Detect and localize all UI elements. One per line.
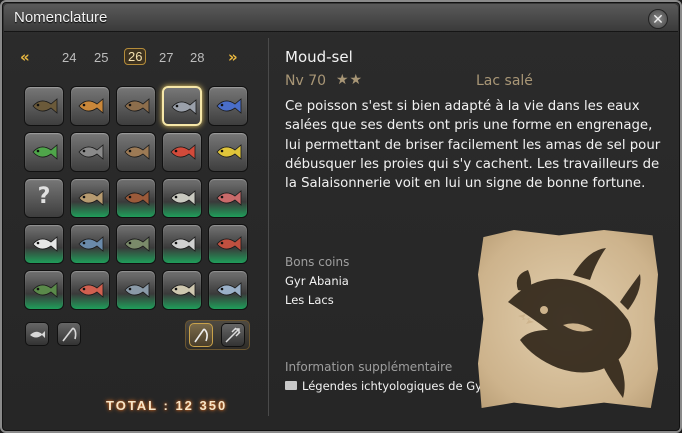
fish-slot[interactable] [116, 224, 156, 264]
octopus-icon [124, 144, 150, 160]
fish-sketch-icon [508, 248, 641, 398]
page-24[interactable]: 24 [62, 50, 76, 65]
fish-slot[interactable] [116, 86, 156, 126]
fish-slot[interactable] [208, 178, 248, 218]
striped-fish-icon [32, 236, 58, 252]
close-icon[interactable]: ✕ [648, 9, 668, 29]
spear-toggle-button[interactable] [221, 323, 245, 347]
fish-slot[interactable] [208, 132, 248, 172]
fish-slot[interactable] [116, 178, 156, 218]
fishing-rod-icon [62, 327, 77, 342]
page-25[interactable]: 25 [94, 50, 108, 65]
fish-slot[interactable] [162, 86, 202, 126]
brown-fish-icon [124, 190, 150, 206]
crab-icon [124, 98, 150, 114]
book-icon [285, 381, 297, 390]
fish-slot[interactable] [162, 224, 202, 264]
fish-slot[interactable] [208, 224, 248, 264]
fish-slot[interactable] [24, 224, 64, 264]
fish-slot[interactable] [70, 224, 110, 264]
tan-fish-icon [78, 190, 104, 206]
fish-slot[interactable] [24, 270, 64, 310]
fishing-rod-filter-button[interactable] [57, 322, 81, 346]
fish-grid: ? [24, 86, 254, 316]
fish-slot[interactable] [116, 270, 156, 310]
blue-eel-icon [216, 98, 242, 114]
gathering-type-toggle [185, 320, 250, 350]
rainbow-fish-icon [216, 190, 242, 206]
double-right-arrow-icon[interactable]: » [228, 48, 238, 66]
red-crustacean-icon [216, 236, 242, 252]
silver-fish-icon [170, 190, 196, 206]
fish-slot[interactable] [70, 132, 110, 172]
fish-slot[interactable] [162, 132, 202, 172]
pale-fish-icon [170, 282, 196, 298]
fish-slot[interactable] [162, 270, 202, 310]
dark-fish-icon [124, 236, 150, 252]
extra-info-label: Information supplémentaire [285, 360, 453, 374]
title-bar[interactable]: Nomenclature ✕ [4, 4, 678, 32]
total-count: TOTAL : 12 350 [106, 398, 228, 413]
blue-white-fish-icon [216, 282, 242, 298]
fish-guide-window: Nomenclature ✕ « 24 25 26 27 28 » ? TOTA… [0, 0, 682, 433]
green-dragon-fish-icon [32, 144, 58, 160]
page-27[interactable]: 27 [159, 50, 173, 65]
fish-slot[interactable] [162, 178, 202, 218]
fish-slot[interactable] [70, 270, 110, 310]
star-rating: ★★ [336, 72, 364, 88]
fish-slot[interactable] [208, 270, 248, 310]
fish-slot[interactable] [70, 86, 110, 126]
fish-name: Moud-sel [285, 48, 353, 66]
fish-level: Nv 70 [285, 73, 327, 89]
fishing-spots-label: Bons coins [285, 255, 350, 269]
orange-fish-icon [78, 98, 104, 114]
fish-slot[interactable] [116, 132, 156, 172]
spear-toggle-icon [225, 327, 241, 343]
red-snapper-icon [78, 282, 104, 298]
page-26-active[interactable]: 26 [124, 48, 147, 65]
page-navigation: « 24 25 26 27 28 » [16, 46, 256, 72]
fish-filter-button[interactable] [25, 322, 49, 346]
white-fish-icon [170, 236, 196, 252]
page-28[interactable]: 28 [190, 50, 204, 65]
window-title: Nomenclature [14, 9, 108, 26]
unknown-fish-icon: ? [37, 184, 51, 209]
catfish-icon [32, 98, 58, 114]
panel-divider [268, 38, 269, 416]
fish-slot[interactable] [24, 86, 64, 126]
fish-slot[interactable] [24, 132, 64, 172]
water-type: Lac salé [476, 73, 533, 89]
rod-toggle-button[interactable] [189, 323, 213, 347]
fish-slot[interactable] [208, 86, 248, 126]
shark-icon [124, 282, 150, 298]
yellow-fish-icon [216, 144, 242, 160]
rod-toggle-icon [194, 328, 208, 343]
double-left-arrow-icon[interactable]: « [20, 48, 30, 66]
blue-ray-icon [78, 236, 104, 252]
fish-illustration [478, 230, 658, 408]
fish-slot[interactable]: ? [24, 178, 64, 218]
red-fish-icon [170, 144, 196, 160]
gear-fish-icon [171, 99, 197, 115]
fish-description: Ce poisson s'est si bien adapté à la vie… [285, 99, 661, 192]
green-catfish-icon [32, 282, 58, 298]
grey-fish-icon [78, 144, 104, 160]
fish-slot[interactable] [70, 178, 110, 218]
fish-filter-icon [30, 331, 45, 338]
fishing-spot-item: Gyr Abania [285, 274, 349, 288]
fishing-spot-item: Les Lacs [285, 293, 334, 307]
